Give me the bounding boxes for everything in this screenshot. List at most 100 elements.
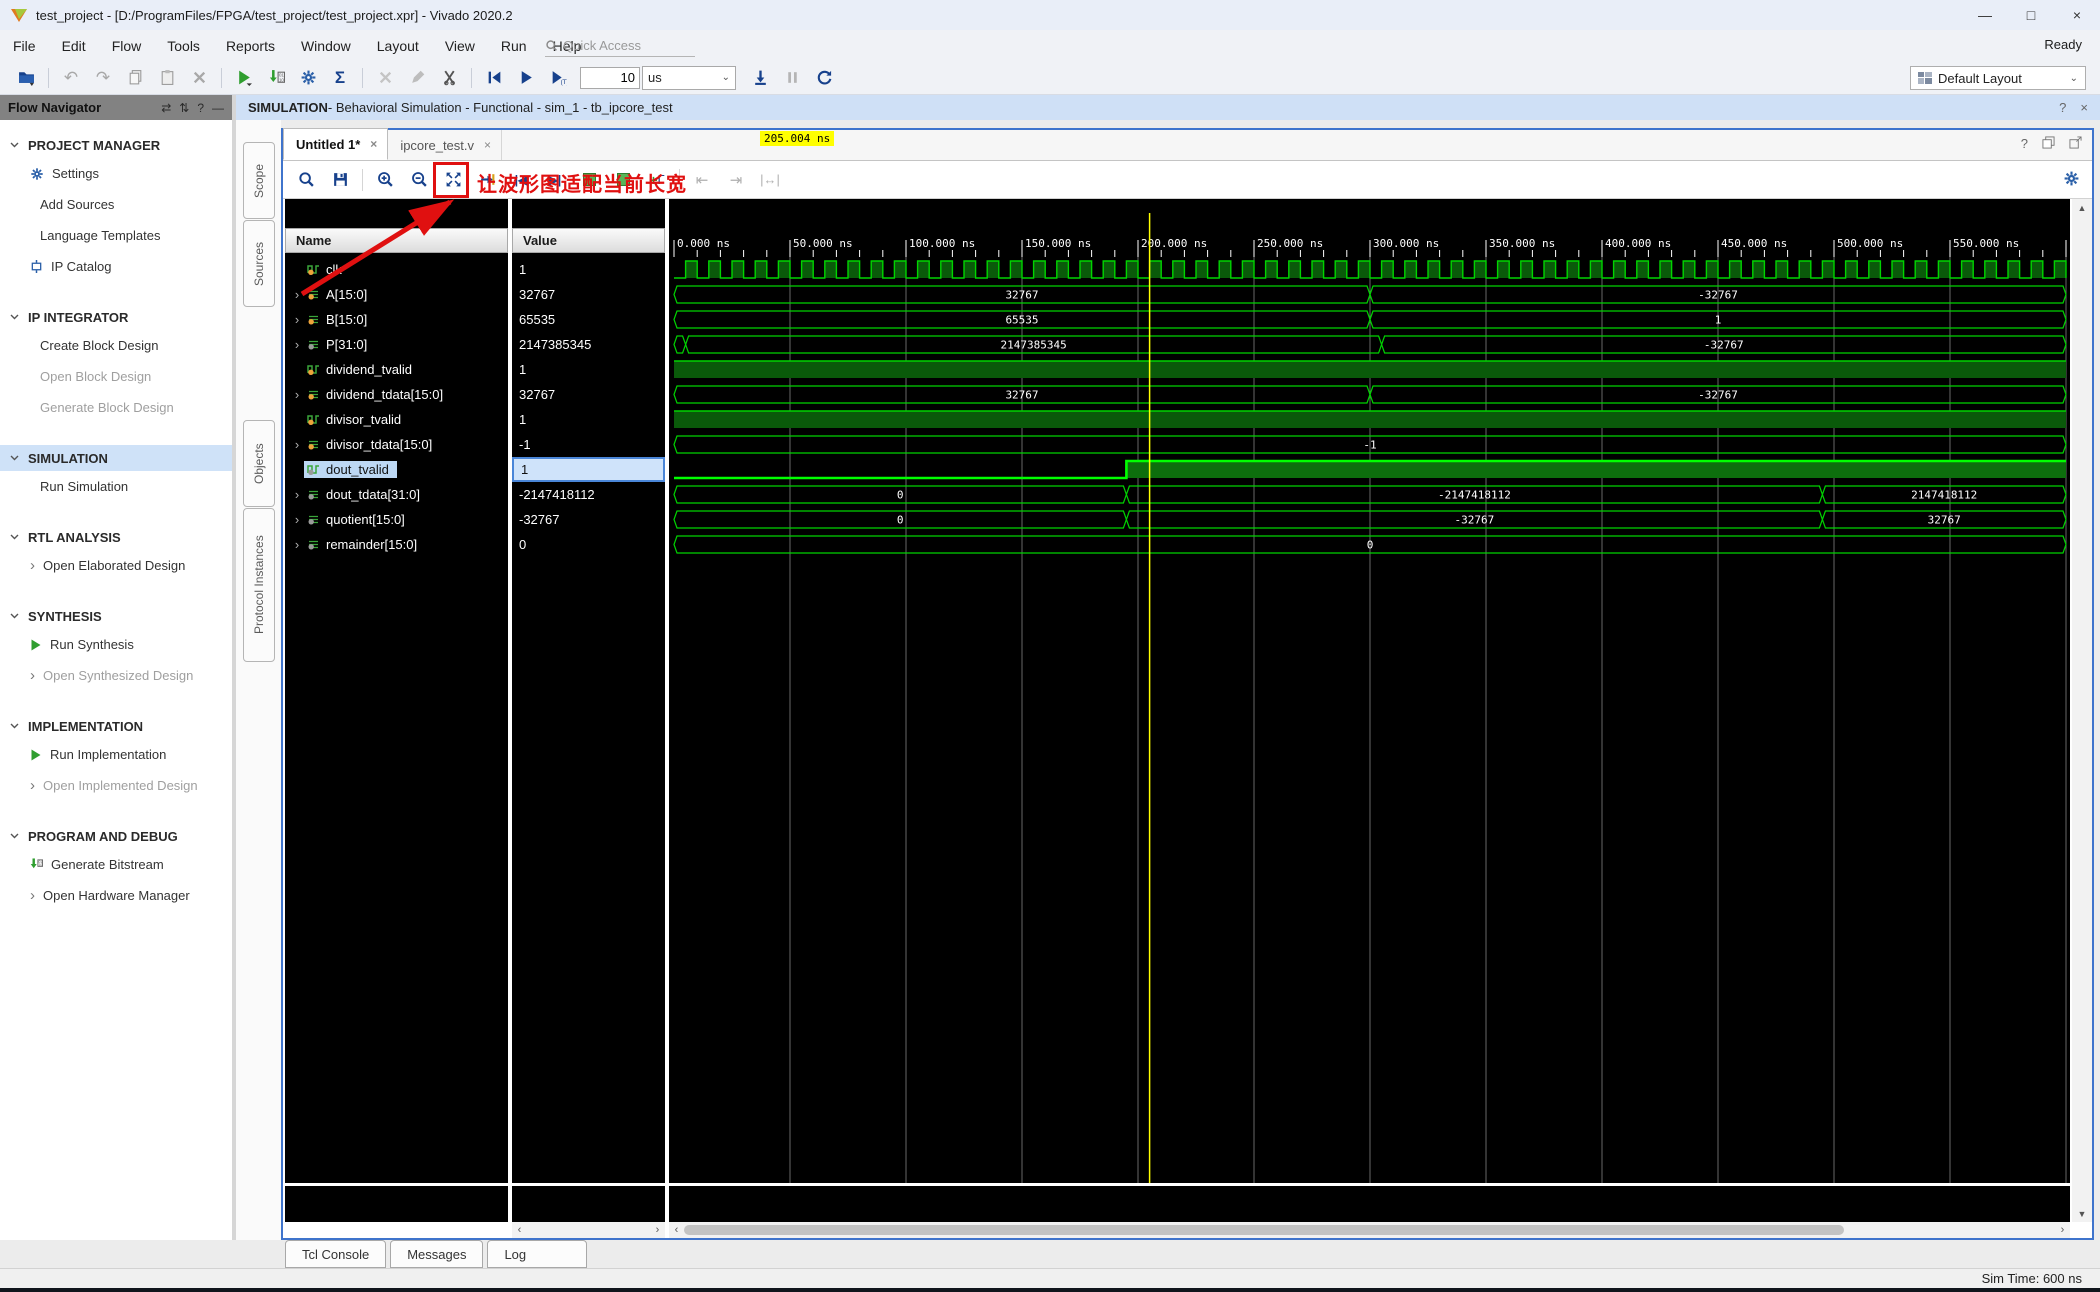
- flow-item-settings[interactable]: Settings: [0, 158, 232, 189]
- step-into-icon[interactable]: 01 10: [262, 65, 290, 91]
- menu-window[interactable]: Window: [288, 38, 364, 54]
- run-all-icon[interactable]: [512, 65, 540, 91]
- scroll-up-icon[interactable]: ▲: [2072, 199, 2092, 216]
- flow-item-generate-bitstream[interactable]: 01 10 Generate Bitstream: [0, 849, 232, 880]
- signal-row-dividend_tvalid[interactable]: dividend_tvalid: [285, 357, 508, 382]
- save-icon[interactable]: [326, 165, 354, 195]
- zoom-in-icon[interactable]: [371, 165, 399, 195]
- menu-reports[interactable]: Reports: [213, 38, 288, 54]
- help-icon[interactable]: ?: [2021, 136, 2028, 151]
- tab-untitled-1-[interactable]: Untitled 1* ×: [283, 128, 389, 160]
- flow-item-run-implementation[interactable]: Run Implementation: [0, 739, 232, 770]
- side-tab-protocol-instances[interactable]: Protocol Instances: [243, 508, 275, 662]
- signal-value-quotient150[interactable]: -32767: [512, 507, 665, 532]
- signal-row-divisor_tdata150[interactable]: › divisor_tdata[15:0]: [285, 432, 508, 457]
- scrollbar-thumb[interactable]: [684, 1225, 1844, 1235]
- menu-layout[interactable]: Layout: [364, 38, 432, 54]
- pause-icon[interactable]: [778, 65, 806, 91]
- scroll-down-icon[interactable]: ▼: [2072, 1205, 2092, 1222]
- minimize-button[interactable]: —: [1962, 0, 2008, 30]
- flow-item-open-elaborated-design[interactable]: › Open Elaborated Design: [0, 550, 232, 581]
- menu-run[interactable]: Run: [488, 38, 540, 54]
- cut-dark-icon[interactable]: [435, 65, 463, 91]
- signal-row-B150[interactable]: › B[15:0]: [285, 307, 508, 332]
- wave-horizontal-scrollbar[interactable]: ‹ ›: [669, 1222, 2070, 1238]
- step-time-icon[interactable]: [746, 65, 774, 91]
- signal-value-clk[interactable]: 1: [512, 257, 665, 282]
- run-time-input[interactable]: [580, 66, 640, 89]
- expand-chevron-icon[interactable]: ›: [290, 487, 304, 502]
- flow-section-ip-integrator[interactable]: IP INTEGRATOR: [0, 304, 232, 330]
- signal-row-remainder150[interactable]: › remainder[15:0]: [285, 532, 508, 557]
- expand-chevron-icon[interactable]: ›: [290, 312, 304, 327]
- signal-row-divisor_tvalid[interactable]: divisor_tvalid: [285, 407, 508, 432]
- layout-selector[interactable]: Default Layout ⌄: [1910, 66, 2086, 90]
- waveform-canvas[interactable]: 0.000 ns 50.000 ns 100.000 ns 150.000 ns 200…: [669, 199, 2070, 1222]
- signal-value-A150[interactable]: 32767: [512, 282, 665, 307]
- signal-value-dividend_tvalid[interactable]: 1: [512, 357, 665, 382]
- signal-row-quotient150[interactable]: › quotient[15:0]: [285, 507, 508, 532]
- undo-icon[interactable]: ↶: [57, 65, 85, 91]
- find-icon[interactable]: [292, 165, 320, 195]
- signal-row-P310[interactable]: › P[31:0]: [285, 332, 508, 357]
- settings-gear-icon[interactable]: [294, 65, 322, 91]
- signal-value-B150[interactable]: 65535: [512, 307, 665, 332]
- run-for-time-icon[interactable]: (T): [544, 65, 572, 91]
- flow-section-synthesis[interactable]: SYNTHESIS: [0, 603, 232, 629]
- close-icon[interactable]: ×: [370, 137, 377, 151]
- span-markers-icon[interactable]: |↔|: [756, 165, 784, 195]
- tab-ipcore-test-v[interactable]: ipcore_test.v ×: [388, 130, 503, 160]
- expand-chevron-icon[interactable]: ›: [290, 512, 304, 527]
- flow-section-program-and-debug[interactable]: PROGRAM AND DEBUG: [0, 823, 232, 849]
- time-unit-select[interactable]: us ⌄: [642, 65, 736, 90]
- help-icon[interactable]: ?: [197, 101, 204, 115]
- float-icon[interactable]: [2042, 136, 2055, 151]
- scroll-right-icon[interactable]: ›: [2055, 1224, 2070, 1236]
- goto-next-edge-icon[interactable]: ⇥: [722, 165, 750, 195]
- paste-icon[interactable]: [153, 65, 181, 91]
- close-icon[interactable]: ×: [484, 138, 491, 152]
- console-tab-messages[interactable]: Messages: [390, 1240, 484, 1268]
- help-icon[interactable]: ?: [2059, 100, 2066, 115]
- signal-row-dividend_tdata150[interactable]: › dividend_tdata[15:0]: [285, 382, 508, 407]
- signal-value-dout_tdata310[interactable]: -2147418112: [512, 482, 665, 507]
- console-tab-log[interactable]: Log: [487, 1240, 588, 1268]
- value-horizontal-scrollbar[interactable]: ‹ ›: [512, 1222, 665, 1238]
- side-tab-objects[interactable]: Objects: [243, 420, 275, 507]
- console-tab-tcl-console[interactable]: Tcl Console: [285, 1240, 387, 1268]
- close-button[interactable]: ×: [2054, 0, 2100, 30]
- flow-item-run-synthesis[interactable]: Run Synthesis: [0, 629, 232, 660]
- relaunch-icon[interactable]: [810, 65, 838, 91]
- menu-view[interactable]: View: [432, 38, 488, 54]
- signal-row-dout_tvalid[interactable]: dout_tvalid: [285, 457, 508, 482]
- maximize-icon[interactable]: [2069, 136, 2082, 151]
- expand-collapse-icon[interactable]: ⇅: [179, 101, 189, 115]
- flow-section-simulation[interactable]: SIMULATION: [0, 445, 232, 471]
- signal-value-dividend_tdata150[interactable]: 32767: [512, 382, 665, 407]
- menu-tools[interactable]: Tools: [154, 38, 213, 54]
- wave-settings-gear-icon[interactable]: [2063, 170, 2080, 187]
- expand-chevron-icon[interactable]: ›: [290, 387, 304, 402]
- menu-file[interactable]: File: [0, 38, 49, 54]
- cursor-time-label[interactable]: 205.004 ns: [760, 131, 835, 146]
- side-tab-sources[interactable]: Sources: [243, 220, 275, 307]
- copy-icon[interactable]: [121, 65, 149, 91]
- vertical-scrollbar[interactable]: ▲ ▼: [2072, 199, 2092, 1222]
- signal-value-remainder150[interactable]: 0: [512, 532, 665, 557]
- minimize-icon[interactable]: —: [212, 101, 224, 115]
- flow-section-project-manager[interactable]: PROJECT MANAGER: [0, 132, 232, 158]
- signal-value-divisor_tvalid[interactable]: 1: [512, 407, 665, 432]
- side-tab-scope[interactable]: Scope: [243, 142, 275, 219]
- menu-edit[interactable]: Edit: [49, 38, 99, 54]
- flow-item-language-templates[interactable]: Language Templates: [0, 220, 232, 251]
- flow-item-run-simulation[interactable]: Run Simulation: [0, 471, 232, 502]
- expand-chevron-icon[interactable]: ›: [290, 337, 304, 352]
- signal-row-dout_tdata310[interactable]: › dout_tdata[31:0]: [285, 482, 508, 507]
- signal-value-dout_tvalid[interactable]: 1: [512, 457, 665, 482]
- scroll-left-icon[interactable]: ‹: [512, 1224, 527, 1236]
- redo-icon[interactable]: ↷: [89, 65, 117, 91]
- flow-item-create-block-design[interactable]: Create Block Design: [0, 330, 232, 361]
- restart-sim-icon[interactable]: [480, 65, 508, 91]
- signal-value-divisor_tdata150[interactable]: -1: [512, 432, 665, 457]
- zoom-out-icon[interactable]: [405, 165, 433, 195]
